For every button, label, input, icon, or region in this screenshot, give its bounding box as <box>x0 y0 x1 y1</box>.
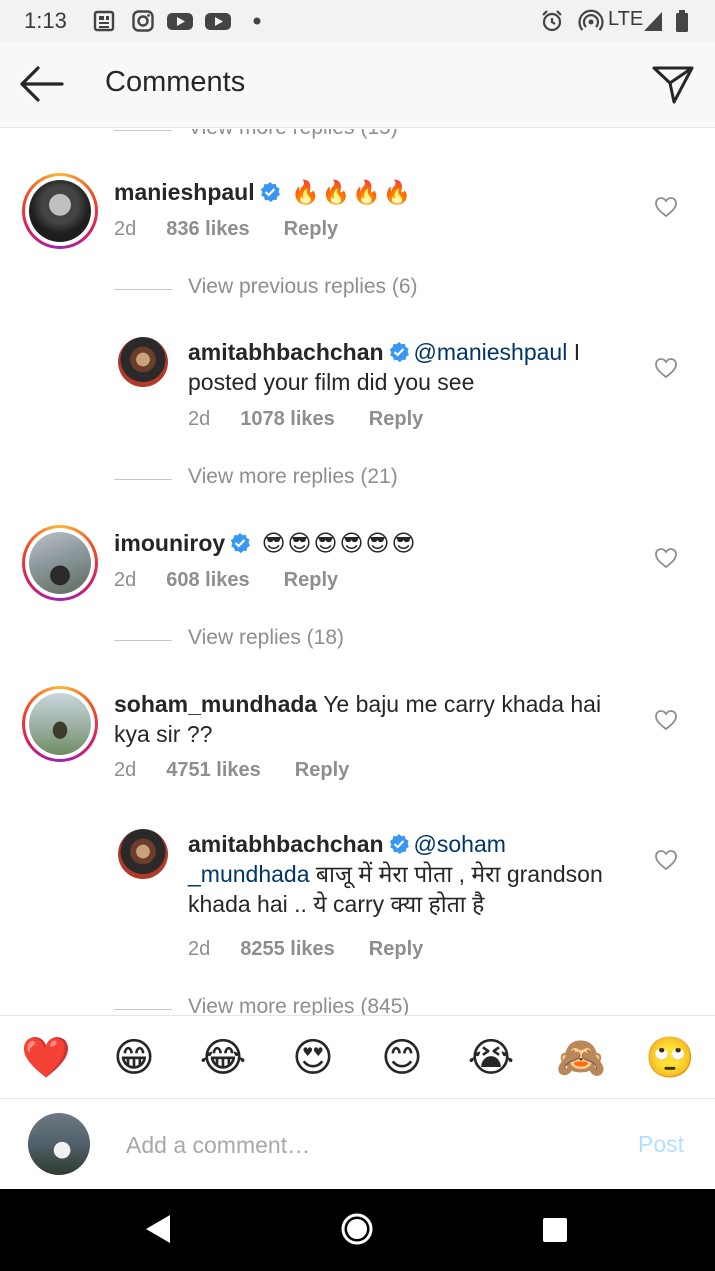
system-nav-bar <box>0 1189 715 1271</box>
battery-icon <box>676 10 688 32</box>
divider-line <box>114 289 172 290</box>
youtube-icon <box>205 13 231 30</box>
joy-emoji-button[interactable]: 😂 <box>199 1034 247 1082</box>
comment-text: 🔥🔥🔥🔥 <box>291 179 414 205</box>
view-more-replies-link[interactable]: View more replies (15) <box>114 129 534 146</box>
comment-text: 😎😎😎😎😎😎 <box>261 530 418 556</box>
back-arrow-icon[interactable] <box>18 64 64 104</box>
comment-body: soham_mundhada Ye baju me carry khada ha… <box>114 689 634 749</box>
comment-input[interactable] <box>126 1129 566 1161</box>
avatar <box>28 1113 90 1175</box>
avatar[interactable] <box>118 829 168 879</box>
likes-count[interactable]: 836 likes <box>166 218 249 240</box>
view-replies-link[interactable]: View replies (18) <box>114 626 534 656</box>
comment-time: 2d <box>188 408 211 430</box>
like-heart-icon[interactable] <box>654 547 678 569</box>
mention-link[interactable]: @soham <box>414 831 506 857</box>
instagram-icon <box>132 10 154 32</box>
eye-roll-emoji-button[interactable]: 🙄 <box>645 1034 695 1082</box>
reply-button[interactable]: Reply <box>284 569 338 591</box>
verified-badge-icon <box>260 182 280 203</box>
avatar[interactable] <box>22 686 98 762</box>
comment-text: Ye baju me carry khada hai <box>317 691 602 717</box>
back-triangle-icon[interactable] <box>144 1213 172 1245</box>
smile-emoji-button[interactable]: 😊 <box>378 1034 426 1082</box>
divider-line <box>114 130 172 131</box>
verified-badge-icon <box>389 834 409 855</box>
comment-meta: 2d 4751 likes Reply <box>114 759 349 782</box>
comment-body: amitabhbachchan @soham _mundhada बाजू में… <box>188 829 638 919</box>
heart-eyes-emoji-button[interactable]: 😍 <box>289 1034 337 1082</box>
network-type: LTE <box>608 8 644 30</box>
news-icon <box>93 10 115 32</box>
comment-meta: 2d 836 likes Reply <box>114 218 338 241</box>
verified-badge-icon <box>389 342 409 363</box>
comment-composer: Post <box>0 1099 715 1189</box>
divider-line <box>114 1009 172 1010</box>
divider-line <box>114 640 172 641</box>
top-app-bar: Comments <box>0 42 715 128</box>
username[interactable]: amitabhbachchan <box>188 831 384 857</box>
verified-badge-icon <box>230 533 251 554</box>
reply-button[interactable]: Reply <box>295 759 349 781</box>
username[interactable]: amitabhbachchan <box>188 339 384 365</box>
reply-button[interactable]: Reply <box>284 218 338 240</box>
comment-time: 2d <box>114 218 137 240</box>
heart-emoji-button[interactable]: ❤️ <box>21 1034 71 1082</box>
avatar[interactable] <box>22 173 98 249</box>
username[interactable]: manieshpaul <box>114 179 255 205</box>
status-bar: 1:13 LTE <box>0 0 715 42</box>
dot-icon <box>253 17 261 25</box>
view-more-replies-link[interactable]: View more replies (845) <box>114 995 534 1015</box>
signal-icon <box>644 12 662 31</box>
mention-link[interactable]: @manieshpaul <box>414 339 568 365</box>
username[interactable]: soham_mundhada <box>114 691 317 717</box>
comment-text: kya sir ?? <box>114 721 213 747</box>
comment-text: बाजू में मेरा पोता , मेरा grandson <box>309 861 603 887</box>
like-heart-icon[interactable] <box>654 849 678 871</box>
divider-line <box>114 479 172 480</box>
mention-link[interactable]: _mundhada <box>188 861 310 887</box>
reply-button[interactable]: Reply <box>369 938 423 960</box>
comment-text: posted your film did you see <box>188 369 475 395</box>
see-no-evil-emoji-button[interactable]: 🙈 <box>556 1034 606 1082</box>
comment-time: 2d <box>114 759 137 781</box>
username[interactable]: imouniroy <box>114 530 225 556</box>
comment-time: 2d <box>188 938 211 960</box>
comment-meta: 2d 8255 likes Reply <box>188 938 423 961</box>
status-time: 1:13 <box>24 8 67 33</box>
avatar[interactable] <box>118 337 168 387</box>
comment-body: amitabhbachchan @manieshpaul I posted you… <box>188 337 628 397</box>
comments-list[interactable]: View more replies (15) manieshpaul 🔥🔥🔥🔥 … <box>0 129 715 1015</box>
post-button[interactable]: Post <box>638 1131 684 1158</box>
likes-count[interactable]: 8255 likes <box>240 938 335 960</box>
comment-body: manieshpaul 🔥🔥🔥🔥 <box>114 177 634 207</box>
comment-body: imouniroy 😎😎😎😎😎😎 <box>114 528 634 558</box>
home-circle-icon[interactable] <box>340 1212 374 1246</box>
grin-emoji-button[interactable]: 😁 <box>110 1034 158 1082</box>
comment-time: 2d <box>114 569 137 591</box>
like-heart-icon[interactable] <box>654 196 678 218</box>
view-previous-replies-link[interactable]: View previous replies (6) <box>114 275 534 305</box>
reply-button[interactable]: Reply <box>369 408 423 430</box>
quick-emoji-bar: ❤️ 😁 😂 😍 😊 😭 🙈 🙄 <box>0 1015 715 1099</box>
like-heart-icon[interactable] <box>654 709 678 731</box>
comment-text: khada hai .. ये carry क्या होता है <box>188 891 485 917</box>
hotspot-icon <box>578 9 604 31</box>
alarm-icon <box>542 10 562 32</box>
avatar[interactable] <box>22 525 98 601</box>
like-heart-icon[interactable] <box>654 357 678 379</box>
comment-meta: 2d 1078 likes Reply <box>188 408 423 431</box>
comment-text: I <box>567 339 581 365</box>
likes-count[interactable]: 608 likes <box>166 569 249 591</box>
sob-emoji-button[interactable]: 😭 <box>467 1034 515 1082</box>
send-icon[interactable] <box>650 62 696 106</box>
likes-count[interactable]: 4751 likes <box>166 759 261 781</box>
page-title: Comments <box>105 66 246 98</box>
recents-square-icon[interactable] <box>541 1216 569 1244</box>
likes-count[interactable]: 1078 likes <box>240 408 335 430</box>
comment-meta: 2d 608 likes Reply <box>114 569 338 592</box>
youtube-icon <box>167 13 193 30</box>
view-more-replies-link[interactable]: View more replies (21) <box>114 465 534 495</box>
